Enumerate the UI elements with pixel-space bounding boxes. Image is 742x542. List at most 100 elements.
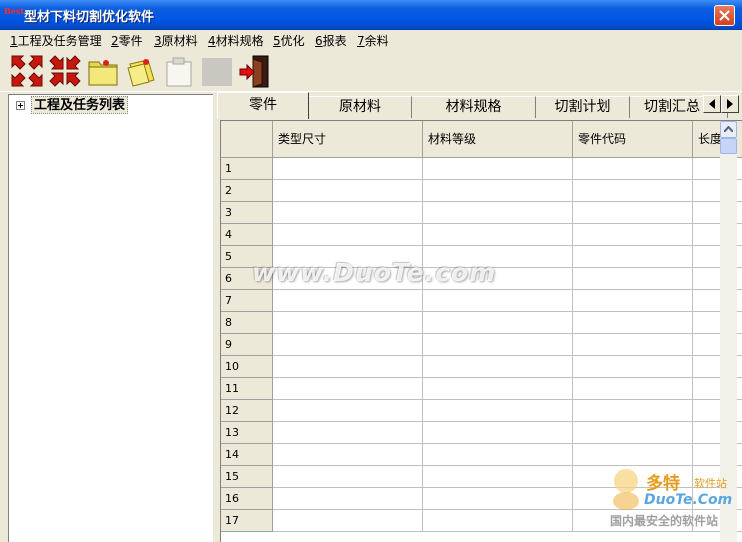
menu-report[interactable]: 6报表 [315, 32, 347, 49]
row-header[interactable]: 14 [221, 444, 273, 466]
tab-scroll-right-button[interactable] [721, 95, 739, 113]
row-header[interactable]: 4 [221, 224, 273, 246]
grid-cell[interactable] [273, 290, 423, 312]
column-header-part-code[interactable]: 零件代码 [573, 121, 693, 158]
open-button[interactable] [86, 54, 120, 88]
grid-cell[interactable] [573, 422, 693, 444]
menu-parts[interactable]: 2零件 [111, 32, 143, 49]
grid-cell[interactable] [423, 510, 573, 532]
row-header[interactable]: 8 [221, 312, 273, 334]
exit-button[interactable] [238, 54, 272, 88]
row-header[interactable]: 1 [221, 158, 273, 180]
save-button[interactable] [162, 54, 196, 88]
grid-cell[interactable] [423, 356, 573, 378]
grid-cell[interactable] [273, 224, 423, 246]
logo-tagline: 国内最安全的软件站 [610, 514, 719, 528]
tab-strip: 零件 原材料 材料规格 切割计划 切割汇总 [217, 92, 742, 119]
row-header[interactable]: 9 [221, 334, 273, 356]
row-header[interactable]: 2 [221, 180, 273, 202]
notes-button[interactable] [124, 54, 158, 88]
menu-project[interactable]: 1工程及任务管理 [10, 32, 102, 49]
column-header-material-grade[interactable]: 材料等级 [423, 121, 573, 158]
tab-material-spec[interactable]: 材料规格 [412, 96, 536, 118]
title-bar[interactable]: Best 型材下料切割优化软件 [0, 0, 742, 30]
grid-cell[interactable] [423, 312, 573, 334]
grid-cell[interactable] [273, 400, 423, 422]
grid-cell[interactable] [423, 224, 573, 246]
grid-cell[interactable] [423, 180, 573, 202]
grid-cell[interactable] [573, 180, 693, 202]
scroll-up-button[interactable] [720, 121, 737, 138]
tab-cut-plan[interactable]: 切割计划 [536, 96, 630, 118]
toolbar [0, 50, 742, 92]
grid-cell[interactable] [273, 180, 423, 202]
disabled-tool-button[interactable] [200, 54, 234, 88]
grid-cell[interactable] [273, 422, 423, 444]
grid-cell[interactable] [573, 246, 693, 268]
corner-logo: 多特 软件站 DuoTe.Com 国内最安全的软件站 [606, 465, 742, 542]
grid-cell[interactable] [573, 312, 693, 334]
grid-cell[interactable] [423, 158, 573, 180]
grid-cell[interactable] [273, 466, 423, 488]
row-header[interactable]: 15 [221, 466, 273, 488]
grid-cell[interactable] [573, 378, 693, 400]
triangle-left-icon [709, 99, 715, 109]
tree-expand-toggle[interactable] [16, 101, 25, 110]
grid-cell[interactable] [273, 158, 423, 180]
menu-remnant[interactable]: 7余料 [357, 32, 389, 49]
scroll-thumb[interactable] [720, 138, 737, 154]
expand-all-button[interactable] [10, 54, 44, 88]
app-window: Best 型材下料切割优化软件 1工程及任务管理 2零件 3原材料 4材料规格 … [0, 0, 742, 542]
grid-cell[interactable] [273, 312, 423, 334]
grid-cell[interactable] [573, 224, 693, 246]
grid-cell[interactable] [273, 510, 423, 532]
row-header[interactable]: 3 [221, 202, 273, 224]
grid-cell[interactable] [573, 268, 693, 290]
row-header[interactable]: 16 [221, 488, 273, 510]
row-header[interactable]: 7 [221, 290, 273, 312]
grid-cell[interactable] [423, 400, 573, 422]
grid-cell[interactable] [423, 378, 573, 400]
exit-door-icon [239, 55, 269, 88]
grid-cell[interactable] [573, 400, 693, 422]
menu-optimize[interactable]: 5优化 [273, 32, 305, 49]
logo-title: 多特 [646, 474, 680, 494]
row-header[interactable]: 12 [221, 400, 273, 422]
menu-material-spec[interactable]: 4材料规格 [208, 32, 264, 49]
menu-raw-material[interactable]: 3原材料 [154, 32, 198, 49]
save-icon [166, 57, 192, 87]
tab-scroll-left-button[interactable] [703, 95, 721, 113]
grid-cell[interactable] [423, 488, 573, 510]
grid-cell[interactable] [273, 488, 423, 510]
collapse-all-button[interactable] [48, 54, 82, 88]
project-tree[interactable]: 工程及任务列表 [8, 94, 213, 542]
row-header[interactable]: 10 [221, 356, 273, 378]
grid-cell[interactable] [573, 444, 693, 466]
grid-cell[interactable] [423, 422, 573, 444]
row-header[interactable]: 13 [221, 422, 273, 444]
row-header[interactable]: 11 [221, 378, 273, 400]
grid-cell[interactable] [423, 334, 573, 356]
row-header[interactable]: 17 [221, 510, 273, 532]
grid-cell[interactable] [423, 466, 573, 488]
grid-cell[interactable] [573, 334, 693, 356]
grid-cell[interactable] [273, 356, 423, 378]
tab-raw-material[interactable]: 原材料 [309, 96, 412, 118]
grid-cell[interactable] [573, 290, 693, 312]
grid-cell[interactable] [273, 378, 423, 400]
grid-cell[interactable] [573, 202, 693, 224]
tab-parts[interactable]: 零件 [217, 92, 309, 119]
mascot-icon [613, 469, 639, 510]
grid-cell[interactable] [423, 290, 573, 312]
grid-cell[interactable] [273, 202, 423, 224]
grid-cell[interactable] [273, 444, 423, 466]
grid-cell[interactable] [273, 334, 423, 356]
column-header-type-size[interactable]: 类型尺寸 [273, 121, 423, 158]
grid-cell[interactable] [423, 202, 573, 224]
tree-root-node[interactable]: 工程及任务列表 [31, 96, 129, 114]
app-icon: Best [4, 6, 25, 16]
grid-cell[interactable] [573, 356, 693, 378]
grid-cell[interactable] [423, 444, 573, 466]
grid-cell[interactable] [573, 158, 693, 180]
close-button[interactable] [714, 5, 735, 26]
